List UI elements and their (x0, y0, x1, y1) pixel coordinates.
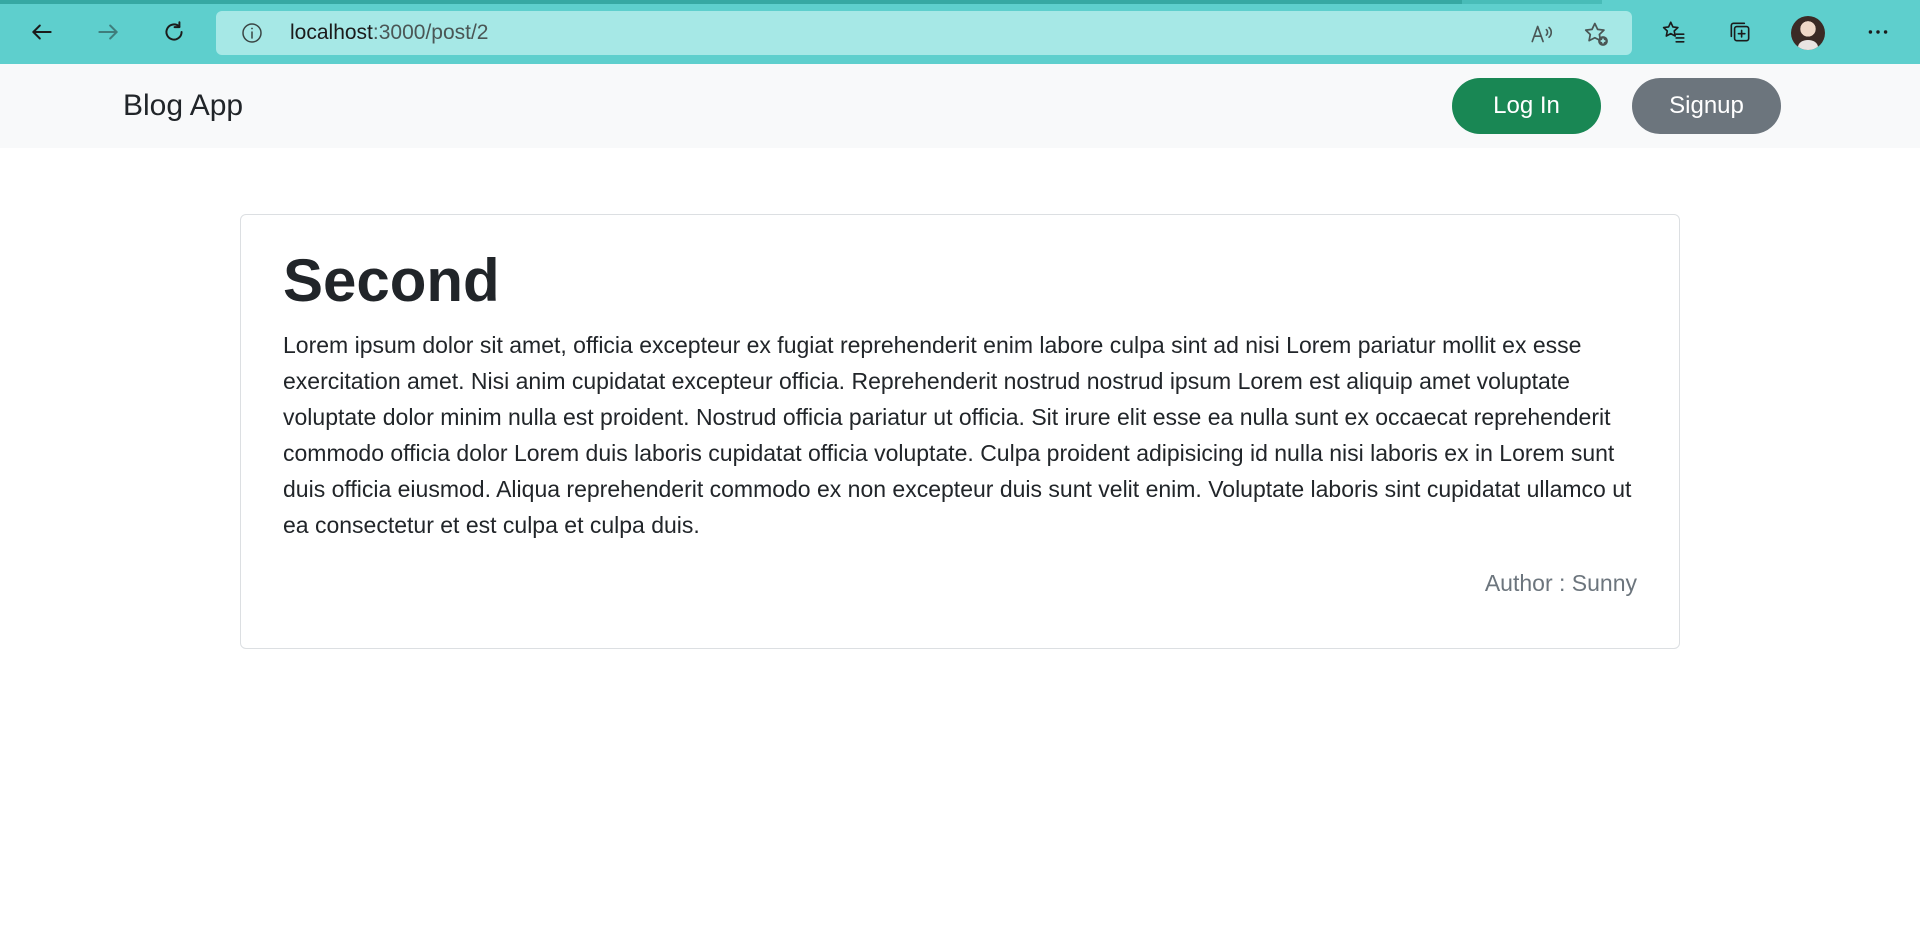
more-horizontal-icon (1868, 30, 1888, 34)
post-card: Second Lorem ipsum dolor sit amet, offic… (240, 214, 1680, 649)
post-title: Second (283, 247, 500, 314)
collections-button[interactable] (1720, 12, 1760, 52)
settings-menu-button[interactable] (1858, 12, 1898, 52)
add-favorite-button[interactable] (1582, 20, 1610, 48)
info-icon[interactable] (240, 21, 264, 45)
url-path: :3000/post/2 (372, 21, 489, 44)
favorites-button[interactable] (1654, 12, 1694, 52)
site-navbar: Blog App Log In Signup (0, 64, 1920, 148)
url-host: localhost (290, 21, 373, 44)
arrow-right-icon (98, 24, 118, 40)
star-add-icon (1584, 22, 1608, 46)
post-body: Lorem ipsum dolor sit amet, officia exce… (283, 332, 1632, 538)
page-load-progress-tail (1462, 0, 1602, 4)
signup-button[interactable]: Signup (1632, 78, 1781, 134)
url-text[interactable]: localhost:3000/post/2 (290, 11, 488, 55)
refresh-button[interactable] (154, 12, 194, 52)
login-button[interactable]: Log In (1452, 78, 1601, 134)
arrow-left-icon (32, 24, 52, 40)
back-button[interactable] (22, 12, 62, 52)
collections-icon (1730, 22, 1750, 42)
read-aloud-icon (1531, 25, 1553, 43)
browser-toolbar: localhost:3000/post/2 (0, 0, 1920, 64)
address-bar[interactable]: localhost:3000/post/2 (216, 11, 1632, 55)
favorites-icon (1662, 21, 1685, 43)
refresh-icon (165, 21, 183, 41)
forward-button[interactable] (88, 12, 128, 52)
profile-avatar[interactable] (1791, 16, 1825, 50)
post-author: Author : Sunny (1484, 570, 1637, 596)
read-aloud-button[interactable] (1528, 20, 1556, 48)
page-load-progress (0, 0, 1462, 4)
brand-link[interactable]: Blog App (123, 64, 243, 148)
